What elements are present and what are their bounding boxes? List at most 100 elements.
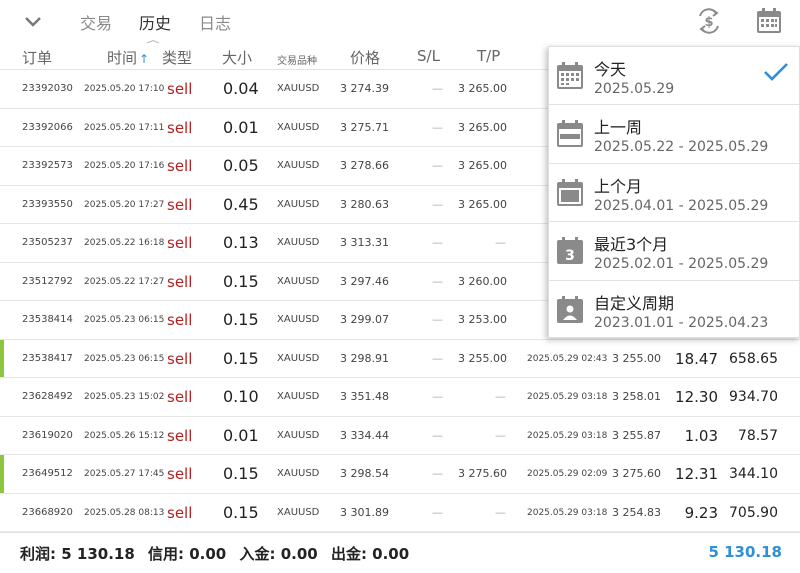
tab-trade[interactable]: 交易 [80,10,112,34]
period-option-title: 最近3个月 [594,235,669,255]
cell-time: 2025.05.22 17:27 [84,276,165,287]
cell-size: 0.45 [223,194,259,214]
checkmark-icon [764,63,788,81]
cell-close-time: 2025.05.29 02:43 [527,353,608,364]
period-option-range: 2025.04.01 - 2025.05.29 [594,197,769,214]
cell-size: 0.15 [223,464,259,483]
cell-time: 2025.05.20 17:27 [84,199,165,210]
cell-tp: 3 265.00 [458,197,507,211]
cell-profit: 934.70 [729,389,778,405]
cell-type: sell [167,426,193,445]
cell-size: 0.04 [223,79,259,98]
cell-sl: — [432,351,443,365]
table-row[interactable]: 23649512 2025.05.27 17:45 sell 0.15 XAUU… [0,455,800,494]
cell-type: sell [167,349,193,368]
cell-price: 3 298.54 [340,467,389,480]
table-row[interactable]: 23538417 2025.05.23 06:15 sell 0.15 XAUU… [0,339,800,378]
cell-sl: — [432,467,443,480]
calendar-month-icon [557,178,583,206]
cell-sl: — [432,120,443,134]
table-row[interactable]: 23628492 2025.05.23 15:02 sell 0.10 XAUU… [0,378,800,417]
cell-size: 0.15 [223,348,259,368]
cell-type: sell [167,503,193,522]
cell-size: 0.10 [223,387,259,406]
cell-time: 2025.05.23 06:15 [84,353,165,364]
calendar-icon[interactable] [754,6,784,36]
cell-close-time: 2025.05.29 03:18 [527,507,608,518]
col-sl[interactable]: S/L [417,47,440,65]
cell-size: 0.01 [223,425,259,445]
cell-time: 2025.05.20 17:16 [84,161,165,171]
top-bar: 交易 历史 日志 $ [0,0,800,44]
cell-symbol: XAUUSD [277,275,320,287]
cell-type: sell [167,234,193,252]
table-row[interactable]: 23668920 2025.05.28 08:13 sell 0.15 XAUU… [0,494,800,532]
col-type[interactable]: 类型 [162,47,192,68]
tab-history[interactable]: 历史 [139,10,171,34]
col-time[interactable]: 时间 ↑ [107,47,149,68]
cell-price: 3 313.31 [340,236,389,249]
period-option-range: 2023.01.01 - 2025.04.23 [594,314,769,331]
col-symbol[interactable]: 交易品种 [277,52,317,67]
cell-tp: — [495,390,506,403]
cell-tp: 3 260.00 [458,274,507,288]
table-row[interactable]: 23619020 2025.05.26 15:12 sell 0.01 XAUU… [0,417,800,455]
cell-size: 0.13 [223,233,259,252]
cell-order: 23628492 [22,391,73,402]
period-option-last-3-months[interactable]: 3 最近3个月 2025.02.01 - 2025.05.29 [549,222,799,281]
cell-close-price: 3 254.83 [612,505,661,519]
period-option-last-week[interactable]: 上一周 2025.05.22 - 2025.05.29 [549,105,799,164]
chevron-down-icon[interactable] [22,10,44,32]
cell-sl: — [432,159,443,172]
cell-time: 2025.05.20 17:11 [84,122,165,133]
cell-tp: — [495,505,506,519]
cell-order: 23393550 [22,198,73,210]
cell-symbol: XAUUSD [277,83,320,94]
period-option-custom[interactable]: 自定义周期 2023.01.01 - 2025.04.23 [549,281,799,339]
cell-sl: — [432,505,443,519]
currency-exchange-icon[interactable]: $ [694,6,724,36]
period-option-title: 上个月 [594,176,643,196]
calendar-custom-icon [557,295,583,323]
cell-time: 2025.05.26 15:12 [84,430,165,441]
deposit-summary: 入金: 0.00 [239,545,318,563]
cell-price: 3 334.44 [340,428,389,442]
tab-journal[interactable]: 日志 [199,10,231,34]
calendar-today-icon [557,62,583,89]
cell-size: 0.15 [223,271,259,291]
cell-symbol: XAUUSD [277,160,320,171]
cell-time: 2025.05.23 06:15 [84,315,165,325]
cell-symbol: XAUUSD [277,352,320,364]
col-size[interactable]: 大小 [222,47,252,68]
cell-symbol: XAUUSD [277,506,320,518]
period-option-last-month[interactable]: 上个月 2025.04.01 - 2025.05.29 [549,164,799,223]
col-tp[interactable]: T/P [477,47,500,65]
cell-order: 23392573 [22,160,73,171]
cell-type: sell [167,80,193,98]
cell-sl: — [432,236,443,249]
cell-time: 2025.05.20 17:10 [84,84,165,94]
period-option-today[interactable]: 今天 2025.05.29 [549,47,799,106]
cell-order: 23538414 [22,314,73,325]
cell-price: 3 274.39 [340,82,389,95]
cell-swap: 12.31 [675,465,718,483]
cell-price: 3 351.48 [340,390,389,403]
cell-type: sell [167,157,193,175]
col-price[interactable]: 价格 [350,47,380,68]
cell-price: 3 280.63 [340,197,389,211]
summary-bar: 利润: 5 130.18 信用: 0.00 入金: 0.00 出金: 0.00 … [0,532,800,573]
cell-size: 0.01 [223,117,259,137]
cell-sl: — [432,313,443,326]
cell-profit: 658.65 [729,350,778,367]
col-order[interactable]: 订单 [22,47,52,68]
cell-swap: 9.23 [684,503,718,522]
cell-symbol: XAUUSD [277,391,320,402]
cell-symbol: XAUUSD [277,468,320,479]
cell-order: 23512792 [22,275,73,287]
cell-close-price: 3 255.00 [612,351,661,365]
row-marker [0,339,4,377]
cell-order: 23392030 [22,83,73,94]
cell-close-price: 3 255.87 [612,428,661,442]
period-option-range: 2025.05.29 [594,81,675,97]
cell-order: 23649512 [22,468,73,479]
